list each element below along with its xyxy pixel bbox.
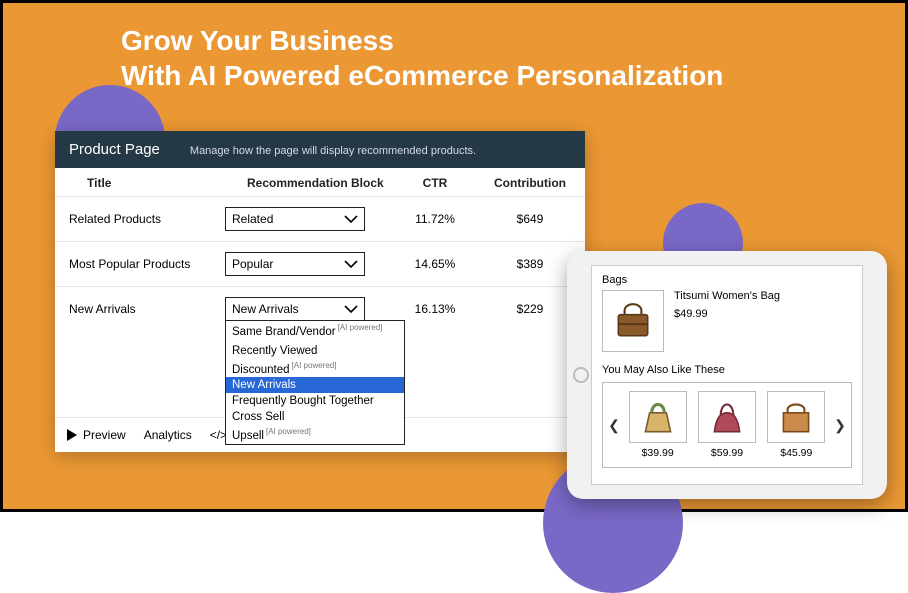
- headline-line2: With AI Powered eCommerce Personalizatio…: [121, 58, 723, 93]
- reco-price: $59.99: [698, 447, 756, 459]
- recommendation-carousel: ❮ $39.99 $59.99 $45.99 ❯: [602, 382, 852, 468]
- col-block: Recommendation Block: [225, 176, 395, 190]
- dropdown-option[interactable]: Upsell[AI powered]: [226, 425, 404, 444]
- bag-icon: [612, 300, 654, 342]
- ctr-value: 14.65%: [395, 257, 475, 271]
- reco-price: $39.99: [629, 447, 687, 459]
- panel-title: Product Page: [69, 141, 160, 158]
- hero-headline: Grow Your Business With AI Powered eComm…: [121, 23, 723, 93]
- play-icon: [67, 429, 77, 441]
- select-value: Popular: [232, 257, 273, 271]
- block-select-popular[interactable]: Popular: [225, 252, 365, 276]
- tablet-preview: Bags Titsumi Women's Bag $49.99 You May …: [567, 251, 887, 499]
- product-name: Titsumi Women's Bag: [674, 290, 780, 302]
- reco-item[interactable]: $59.99: [698, 391, 756, 459]
- table-row: Related Products Related 11.72% $649: [55, 196, 585, 241]
- contribution-value: $649: [475, 212, 585, 226]
- column-headers: Title Recommendation Block CTR Contribut…: [55, 168, 585, 196]
- select-value: Related: [232, 212, 273, 226]
- analytics-button[interactable]: Analytics: [144, 428, 192, 442]
- bag-icon: [706, 396, 748, 438]
- bag-icon: [637, 396, 679, 438]
- product-thumbnail[interactable]: [602, 290, 664, 352]
- tablet-screen: Bags Titsumi Women's Bag $49.99 You May …: [591, 265, 863, 485]
- block-select-new-arrivals[interactable]: New Arrivals: [225, 297, 365, 321]
- ctr-value: 11.72%: [395, 212, 475, 226]
- col-title: Title: [65, 176, 225, 190]
- bag-icon: [775, 396, 817, 438]
- table-row: New Arrivals New Arrivals 16.13% $229 Sa…: [55, 286, 585, 417]
- reco-price: $45.99: [767, 447, 825, 459]
- tablet-home-button[interactable]: [573, 367, 589, 383]
- chevron-down-icon: [344, 304, 358, 314]
- panel-header: Product Page Manage how the page will di…: [55, 131, 585, 168]
- dropdown-option[interactable]: Discounted[AI powered]: [226, 359, 404, 378]
- recommendation-admin-panel: Product Page Manage how the page will di…: [55, 131, 585, 452]
- ctr-value: 16.13%: [395, 302, 475, 316]
- chevron-down-icon: [344, 214, 358, 224]
- block-select-related[interactable]: Related: [225, 207, 365, 231]
- row-title: Most Popular Products: [65, 257, 225, 271]
- col-ctr: CTR: [395, 176, 475, 190]
- carousel-prev-button[interactable]: ❮: [607, 417, 621, 434]
- dropdown-option[interactable]: Cross Sell: [226, 409, 404, 425]
- headline-line1: Grow Your Business: [121, 23, 723, 58]
- carousel-next-button[interactable]: ❯: [833, 417, 847, 434]
- chevron-down-icon: [344, 259, 358, 269]
- table-row: Most Popular Products Popular 14.65% $38…: [55, 241, 585, 286]
- dropdown-option[interactable]: Frequently Bought Together: [226, 393, 404, 409]
- recommendation-heading: You May Also Like These: [602, 364, 852, 376]
- col-contribution: Contribution: [475, 176, 585, 190]
- reco-item[interactable]: $39.99: [629, 391, 687, 459]
- dropdown-option[interactable]: Recently Viewed: [226, 340, 404, 359]
- select-value: New Arrivals: [232, 302, 299, 316]
- category-label: Bags: [602, 274, 852, 286]
- dropdown-option[interactable]: Same Brand/Vendor[AI powered]: [226, 321, 404, 340]
- block-dropdown[interactable]: Same Brand/Vendor[AI powered] Recently V…: [225, 320, 405, 445]
- panel-subtitle: Manage how the page will display recomme…: [190, 145, 476, 157]
- row-title: Related Products: [65, 212, 225, 226]
- dropdown-option-selected[interactable]: New Arrivals: [226, 377, 404, 393]
- preview-button[interactable]: Preview: [67, 428, 126, 442]
- row-title: New Arrivals: [65, 302, 225, 316]
- reco-item[interactable]: $45.99: [767, 391, 825, 459]
- product-price: $49.99: [674, 308, 780, 320]
